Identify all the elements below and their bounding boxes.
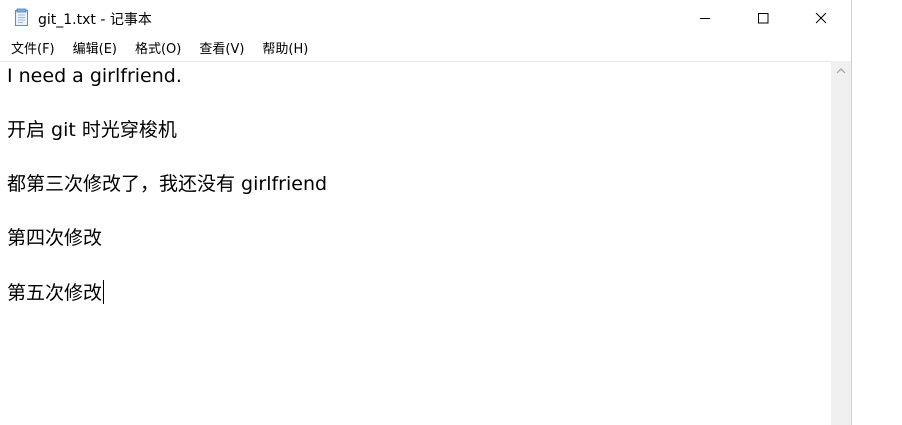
chevron-up-icon <box>836 68 846 74</box>
close-icon <box>815 12 827 24</box>
menu-help[interactable]: 帮助(H) <box>255 38 315 61</box>
vertical-scrollbar[interactable] <box>831 61 851 425</box>
scroll-up-button[interactable] <box>831 61 851 81</box>
text-line: 第四次修改 <box>7 226 327 280</box>
text-caret <box>103 280 105 304</box>
text-line-content: 第四次修改 <box>7 227 103 249</box>
text-line: 开启 git 时光穿梭机 <box>7 118 327 172</box>
minimize-button[interactable] <box>676 0 734 36</box>
menu-bar: 文件(F) 编辑(E) 格式(O) 查看(V) 帮助(H) <box>0 38 851 61</box>
editor-content: I need a girlfriend. 开启 git 时光穿梭机 都第三次修改… <box>7 64 327 334</box>
notepad-window: git_1.txt - 记事本 文件(F) 编辑(E) 格式(O) 查看(V) … <box>0 0 852 425</box>
menu-format[interactable]: 格式(O) <box>128 38 188 61</box>
text-line: 都第三次修改了，我还没有 girlfriend <box>7 172 327 226</box>
minimize-icon <box>700 18 710 19</box>
menu-edit[interactable]: 编辑(E) <box>66 38 124 61</box>
text-line: 第五次修改 <box>7 280 327 334</box>
menu-file[interactable]: 文件(F) <box>4 38 62 61</box>
text-line-content: 开启 git 时光穿梭机 <box>7 119 177 141</box>
title-bar[interactable]: git_1.txt - 记事本 <box>0 0 851 36</box>
text-line-content: 都第三次修改了，我还没有 girlfriend <box>7 173 328 195</box>
maximize-icon <box>758 13 769 24</box>
close-button[interactable] <box>792 0 850 36</box>
maximize-button[interactable] <box>734 0 792 36</box>
desktop-background <box>852 0 902 425</box>
notepad-icon[interactable] <box>14 8 30 27</box>
menu-view[interactable]: 查看(V) <box>192 38 251 61</box>
window-title: git_1.txt - 记事本 <box>38 12 152 28</box>
text-line-content: 第五次修改 <box>7 282 103 304</box>
text-line: I need a girlfriend. <box>7 64 327 118</box>
text-line-content: I need a girlfriend. <box>7 65 182 87</box>
text-editor[interactable]: I need a girlfriend. 开启 git 时光穿梭机 都第三次修改… <box>0 61 831 425</box>
